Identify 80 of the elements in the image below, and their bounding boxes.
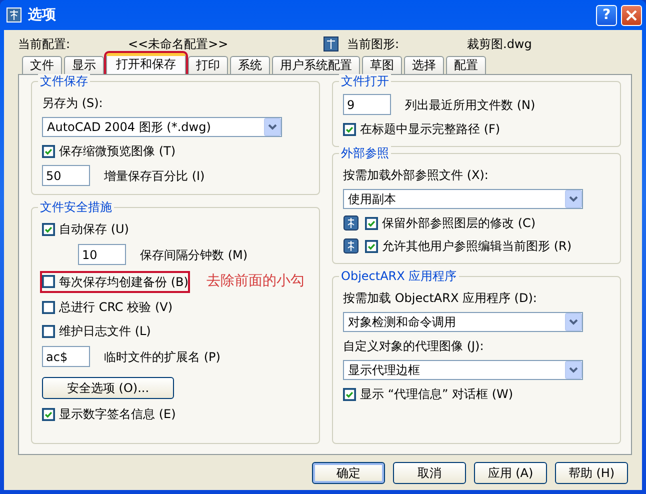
tab[interactable]: 配置 [446, 56, 486, 74]
checkbox-label: 保留外部参照图层的修改 (C) [382, 215, 536, 232]
drawing-icon [323, 36, 339, 52]
checkbox[interactable] [42, 222, 55, 236]
dropdown-value: AutoCAD 2004 图形 (*.dwg) [47, 119, 211, 136]
close-button[interactable] [621, 4, 642, 26]
group-title: ObjectARX 应用程序 [339, 269, 459, 284]
tab[interactable]: 系统 [230, 56, 270, 74]
group-title: 文件安全措施 [38, 200, 114, 215]
close-icon [626, 10, 637, 20]
checkbox-label: 每次保存均创建备份 (B) [59, 274, 188, 290]
input-label: 列出最近所用文件数 (N) [405, 96, 536, 114]
profile-value: <<未命名配置>> [128, 36, 230, 53]
chevron-down-icon [268, 124, 277, 130]
input-field[interactable]: ac$ [42, 346, 90, 367]
checkbox-label: 在标题中显示完整路径 (F) [360, 121, 500, 138]
checkbox[interactable] [42, 324, 55, 338]
input-label: 保存间隔分钟数 (M) [140, 246, 248, 264]
checkbox-label: 显示 “代理信息” 对话框 (W) [360, 386, 514, 403]
input-field[interactable]: 10 [78, 244, 126, 265]
checkbox-label: 显示数字签名信息 (E) [59, 406, 176, 423]
xref-icon [343, 238, 359, 254]
group-title: 文件打开 [339, 74, 391, 89]
dropdown-value: 显示代理边框 [348, 362, 420, 379]
dropdown[interactable]: 使用副本 [343, 189, 583, 209]
input-label: 增量保存百分比 (I) [104, 168, 205, 184]
chevron-down-icon [569, 367, 578, 373]
input-label: 临时文件的扩展名 (P) [104, 348, 220, 366]
dropdown-arrow-button[interactable] [565, 190, 582, 208]
dropdown-arrow-button[interactable] [565, 313, 582, 331]
tab[interactable]: 选择 [404, 56, 444, 74]
checkbox[interactable] [365, 216, 378, 230]
tab[interactable]: 用户系统配置 [272, 56, 360, 74]
drawing-label: 当前图形: [347, 36, 400, 53]
checkbox-label: 保存缩微预览图像 (T) [59, 143, 176, 160]
dropdown[interactable]: AutoCAD 2004 图形 (*.dwg) [42, 117, 282, 137]
dropdown-value: 使用副本 [348, 191, 396, 208]
annotation-text: 去除前面的小勾 [206, 272, 304, 291]
checkbox-label: 允许其他用户参照编辑当前图形 (R) [382, 238, 572, 255]
field-label: 自定义对象的代理图像 (J): [343, 338, 485, 355]
drawing-value: 裁剪图.dwg [467, 36, 532, 53]
checkbox[interactable] [42, 300, 55, 314]
profile-label: 当前配置: [18, 36, 72, 53]
xref-icon [343, 215, 359, 231]
chevron-down-icon [569, 196, 578, 202]
checkbox[interactable] [42, 275, 55, 288]
field-label: 另存为 (S): [42, 95, 104, 112]
field-label: 按需加载外部参照文件 (X): [343, 167, 490, 184]
checkbox-label: 维护日志文件 (L) [59, 323, 151, 340]
checkbox-label: 自动保存 (U) [59, 221, 129, 238]
checkbox[interactable] [343, 388, 356, 400]
input-field[interactable]: 50 [42, 165, 90, 186]
dialog-button[interactable]: 取消 [393, 462, 466, 484]
tab[interactable]: 打印 [188, 56, 228, 74]
window-title: 选项 [28, 6, 57, 24]
dropdown[interactable]: 对象检测和命令调用 [343, 312, 583, 332]
app-icon [6, 7, 22, 23]
dropdown-value: 对象检测和命令调用 [348, 314, 456, 331]
dropdown-arrow-button[interactable] [264, 118, 281, 136]
checkbox[interactable] [365, 240, 378, 252]
field-label: 按需加载 ObjectARX 应用程序 (D): [343, 290, 538, 307]
tab[interactable]: 草图 [362, 56, 402, 74]
security-options-button[interactable]: 安全选项 (O)... [42, 377, 174, 399]
dropdown[interactable]: 显示代理边框 [343, 360, 583, 380]
group-title: 文件保存 [38, 74, 90, 89]
tab[interactable]: 显示 [64, 56, 104, 74]
group-title: 外部参照 [339, 146, 391, 161]
dialog-button[interactable]: 应用 (A) [474, 462, 547, 484]
chevron-down-icon [569, 319, 578, 325]
checkbox[interactable] [343, 122, 356, 136]
checkbox-label: 总进行 CRC 校验 (V) [59, 299, 173, 316]
checkbox[interactable] [42, 408, 55, 420]
dialog-button[interactable]: 帮助 (H) [555, 462, 628, 484]
tab[interactable]: 文件 [22, 56, 62, 74]
dropdown-arrow-button[interactable] [565, 361, 582, 379]
input-field[interactable]: 9 [343, 94, 391, 115]
tab[interactable]: 打开和保存 [106, 53, 186, 74]
checkbox[interactable] [42, 144, 55, 158]
help-button[interactable]: ? [596, 4, 617, 26]
dialog-button[interactable]: 确定 [312, 462, 385, 484]
